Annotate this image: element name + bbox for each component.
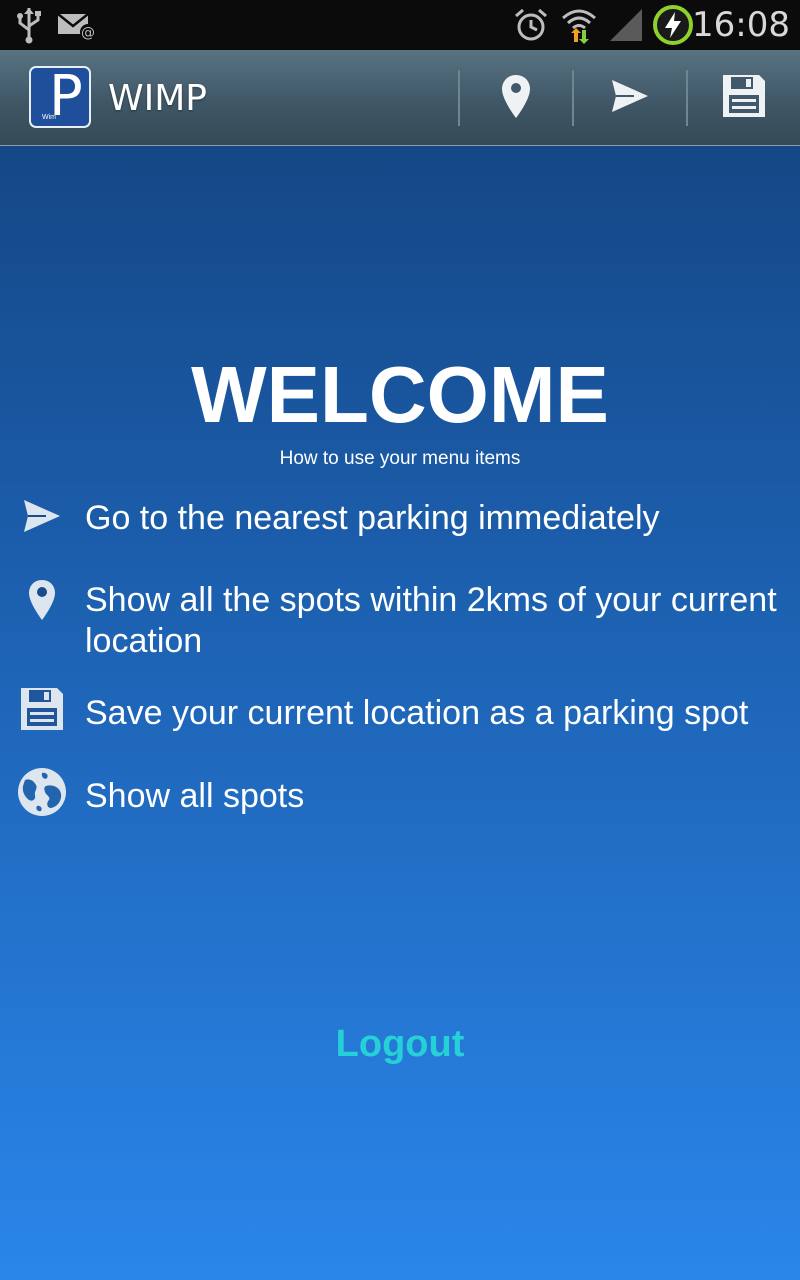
logout-button[interactable]: Logout: [0, 1020, 800, 1068]
save-icon: [16, 686, 68, 732]
signal-icon: [606, 0, 646, 50]
menu-help-label: Save your current location as a parking …: [85, 694, 749, 732]
app-logo[interactable]: P Wim: [29, 66, 91, 128]
menu-help-label: Go to the nearest parking immediately: [85, 499, 660, 537]
battery-charging-icon: [650, 0, 696, 50]
svg-text:@: @: [81, 25, 95, 40]
send-icon: [16, 498, 68, 534]
usb-icon: [14, 0, 44, 50]
save-icon: [721, 73, 767, 124]
email-icon: @: [56, 0, 98, 50]
go-nearest-parking-button[interactable]: [574, 50, 686, 146]
status-bar: @ 16:08: [0, 0, 800, 50]
send-icon: [610, 78, 650, 119]
save-location-button[interactable]: [688, 50, 800, 146]
globe-icon: [16, 766, 68, 818]
location-pin-icon: [16, 578, 68, 622]
wifi-icon: [560, 0, 598, 50]
app-logo-small-text: Wim: [42, 114, 56, 121]
menu-help-label: Show all spots: [85, 777, 305, 815]
location-pin-icon: [501, 73, 531, 124]
status-time: 16:08: [692, 5, 790, 45]
nearby-spots-button[interactable]: [460, 50, 572, 146]
menu-help-label: Show all the spots within 2kms of your c…: [85, 581, 777, 660]
action-bar: P Wim WIMP: [0, 50, 800, 146]
alarm-icon: [512, 0, 550, 50]
welcome-title: WELCOME: [191, 350, 609, 439]
app-title: WIMP: [108, 77, 207, 119]
welcome-subtitle: How to use your menu items: [279, 448, 521, 469]
